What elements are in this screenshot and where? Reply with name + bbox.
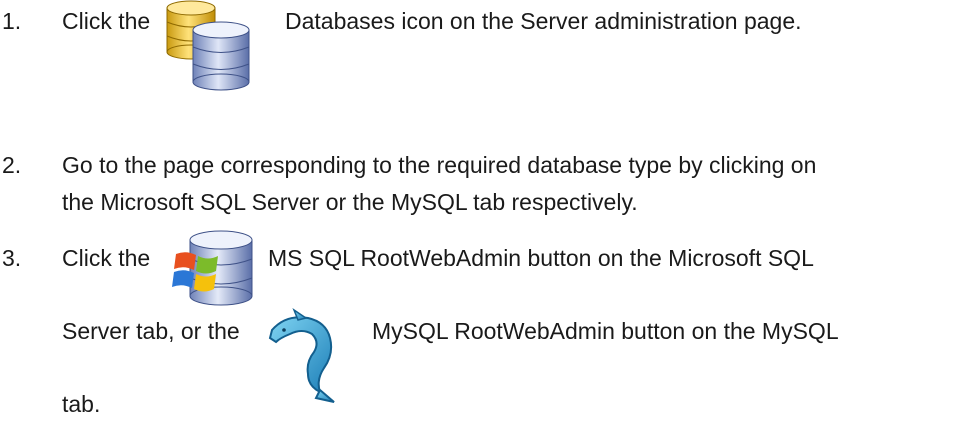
- step-2-line-2: the Microsoft SQL Server or the MySQL ta…: [62, 189, 638, 215]
- step-3-text-1: MS SQL RootWebAdmin button on the Micros…: [268, 245, 814, 271]
- step-1-text: Databases icon on the Server administrat…: [285, 8, 802, 34]
- step-3-text-2: Server tab, or the: [62, 318, 240, 344]
- step-number: 2.: [2, 152, 22, 178]
- step-2-line-1: Go to the page corresponding to the requ…: [62, 152, 817, 178]
- databases-icon: [165, 0, 257, 92]
- step-number: 1.: [2, 8, 22, 34]
- step-3-text-3: MySQL RootWebAdmin button on the MySQL: [372, 318, 839, 344]
- step-3-text-4: tab.: [62, 391, 101, 417]
- mysql-dolphin-icon: [268, 308, 346, 404]
- mssql-root-web-admin-icon: [172, 228, 256, 310]
- step-number: 3.: [2, 245, 22, 271]
- step-3-prefix: Click the: [62, 245, 151, 271]
- step-1-prefix: Click the: [62, 8, 151, 34]
